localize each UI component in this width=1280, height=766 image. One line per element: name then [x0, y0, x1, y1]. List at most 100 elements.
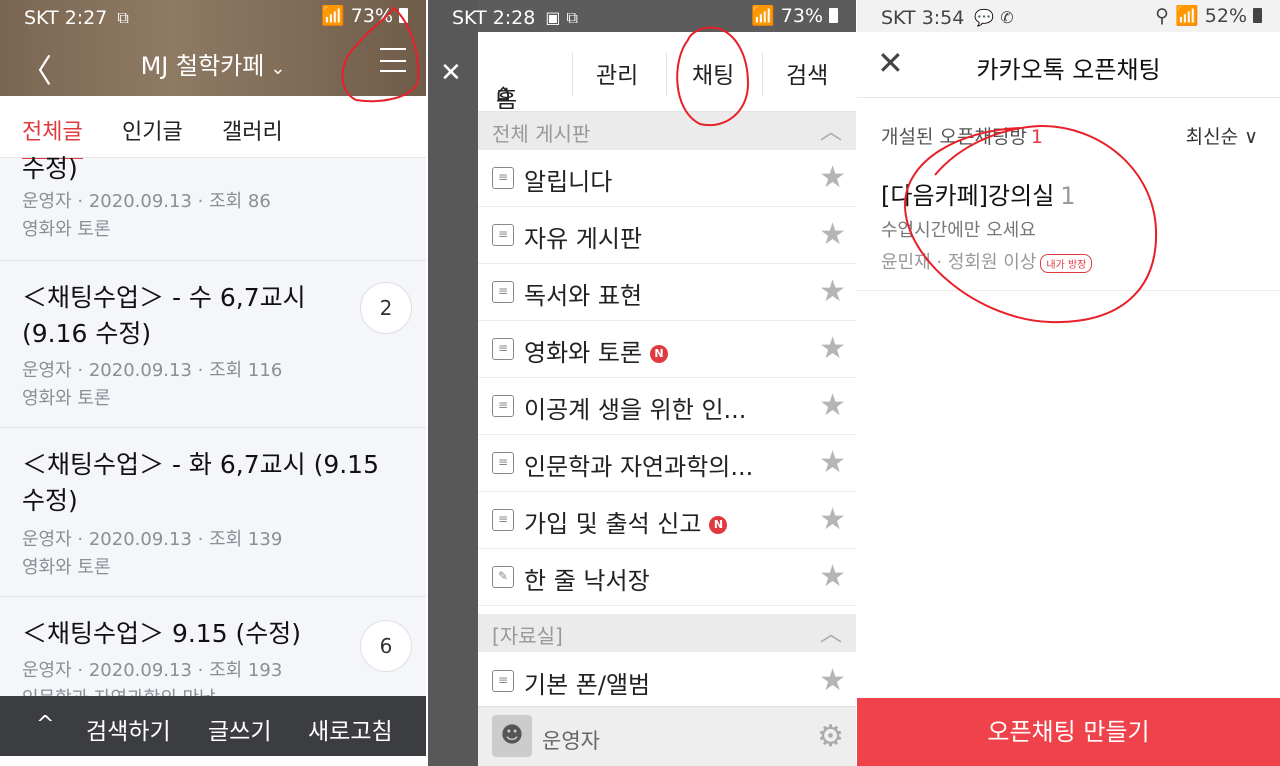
close-icon[interactable]: ✕: [440, 58, 462, 88]
open-chat-screen: SKT 3:54 💬 ✆ ⚲ 📶 52% ✕ 카카오톡 오픈채팅 개설된 오픈채…: [857, 0, 1280, 766]
image-icon: ▣: [545, 8, 561, 27]
document-icon: ≡: [492, 509, 514, 531]
comment-count: 6: [360, 620, 412, 672]
status-bar: SKT 2:27 ⧉ 📶 73%: [0, 0, 426, 32]
nav-search[interactable]: 검색: [786, 56, 828, 90]
status-bar: SKT 3:54 💬 ✆ ⚲ 📶 52%: [857, 0, 1280, 32]
dimmed-background: [428, 0, 478, 766]
status-right: 📶 73%: [321, 4, 408, 27]
nav-chat[interactable]: 채팅: [692, 56, 734, 90]
battery-icon: [399, 8, 408, 23]
post-title: ＜채팅수업＞ 9.15 (수정): [22, 619, 302, 648]
board-item[interactable]: ≡ 자유 게시판 ★: [478, 207, 856, 264]
post-item[interactable]: ＜채팅수업＞ - 수 6,7교시 (9.16 수정) 운영자 · 2020.09…: [0, 262, 426, 428]
chevron-circle-icon[interactable]: ⌄: [270, 58, 285, 79]
battery-percent: 73%: [350, 4, 393, 27]
scroll-top-icon[interactable]: ^: [36, 712, 54, 737]
cafe-board-screen: SKT 2:27 ⧉ 📶 73% 〈 MJ 철학카페 ⌄ 전체글 인기글 갤러리 …: [0, 0, 426, 766]
board-item[interactable]: ≡ 독서와 표현 ★: [478, 264, 856, 321]
hamburger-menu-icon[interactable]: [380, 48, 406, 72]
board-item[interactable]: ≡ 가입 및 출석 신고 N ★: [478, 492, 856, 549]
star-icon[interactable]: ★: [819, 388, 846, 423]
cafe-drawer-screen: SKT 2:28 ▣ ⧉ 📶 73% ✕ ⌂ 홈 관리 채팅 검색 전체 게시판 ︿…: [428, 0, 856, 766]
post-title: 수정): [22, 154, 78, 183]
tab-bar: 전체글 인기글 갤러리: [0, 96, 426, 161]
section-all-boards[interactable]: 전체 게시판 ︿: [478, 112, 856, 150]
write-button[interactable]: 글쓰기: [208, 712, 271, 746]
section-archive[interactable]: [자료실] ︿: [478, 614, 856, 652]
star-icon[interactable]: ★: [819, 160, 846, 195]
document-icon: ≡: [492, 670, 514, 692]
board-item[interactable]: ≡ 영화와 토론 N ★: [478, 321, 856, 378]
member-count: 1: [1060, 182, 1076, 210]
post-board: 영화와 토론: [22, 557, 111, 578]
board-item[interactable]: ≡ 기본 폰/앨범 ★: [478, 653, 856, 710]
talk-icon: 💬: [974, 8, 995, 27]
post-board: 영화와 토론: [22, 219, 111, 240]
header: ✕ 카카오톡 오픈채팅: [857, 32, 1280, 98]
document-icon: ≡: [492, 395, 514, 417]
page-title: 카카오톡 오픈채팅: [976, 56, 1161, 84]
drawer-nav: ⌂ 홈 관리 채팅 검색: [478, 32, 856, 113]
create-open-chat-button[interactable]: 오픈채팅 만들기: [857, 698, 1280, 766]
navigation-drawer: ⌂ 홈 관리 채팅 검색 전체 게시판 ︿ ≡ 알립니다 ★ ≡ 자유 게시판 ★ ≡ 독서와…: [478, 32, 856, 766]
star-icon[interactable]: ★: [819, 217, 846, 252]
star-icon[interactable]: ★: [819, 663, 846, 698]
room-count: 1: [1030, 126, 1043, 148]
room-description: 수업시간에만 오세요: [881, 220, 1036, 241]
room-meta: 윤민재 · 정회원 이상 내가 방장: [881, 248, 1093, 274]
refresh-button[interactable]: 새로고침: [308, 712, 393, 746]
search-button[interactable]: 검색하기: [86, 712, 171, 746]
star-icon[interactable]: ★: [819, 274, 846, 309]
tab-popular-posts[interactable]: 인기글: [122, 114, 183, 146]
document-icon: ≡: [492, 281, 514, 303]
signal-icon: 📶: [751, 5, 775, 27]
comment-count: 2: [360, 282, 412, 334]
document-icon: ≡: [492, 338, 514, 360]
owner-badge: 내가 방장: [1040, 253, 1093, 273]
bottom-toolbar: ^ 검색하기 글쓰기 새로고침: [0, 696, 426, 756]
star-icon[interactable]: ★: [819, 331, 846, 366]
screenshot-icon: ⧉: [566, 7, 578, 27]
nav-manage[interactable]: 관리: [596, 56, 638, 90]
page-title: MJ 철학카페 ⌄: [140, 52, 286, 80]
tab-gallery[interactable]: 갤러리: [222, 114, 283, 146]
post-item[interactable]: ＜채팅수업＞ - 화 6,7교시 (9.15 수정) 운영자 · 2020.09…: [0, 429, 426, 597]
avatar[interactable]: ☻: [492, 715, 532, 757]
board-item[interactable]: ≡ 이공계 생을 위한 인... ★: [478, 378, 856, 435]
status-right: 📶 73%: [751, 4, 838, 27]
user-name[interactable]: 운영자: [542, 725, 600, 755]
battery-percent: 73%: [780, 4, 823, 27]
board-item[interactable]: ✎ 한 줄 낙서장 ★: [478, 549, 856, 606]
divider: [857, 290, 1280, 291]
chevron-up-icon: ︿: [819, 120, 842, 145]
phone-icon: ✆: [1000, 8, 1014, 27]
board-item[interactable]: ≡ 알립니다 ★: [478, 150, 856, 207]
new-badge: N: [650, 345, 669, 363]
battery-icon: [1253, 8, 1262, 23]
gear-icon[interactable]: ⚙: [817, 719, 844, 754]
post-item[interactable]: 수정) 운영자 · 2020.09.13 · 조회 86 영화와 토론: [0, 154, 426, 261]
drawer-footer: ☻ 운영자 ⚙: [478, 706, 856, 766]
document-icon: ≡: [492, 452, 514, 474]
room-name: [다음카페]강의실 1: [881, 182, 1076, 210]
tab-all-posts[interactable]: 전체글: [22, 114, 83, 161]
signal-icon: 📶: [1175, 5, 1199, 27]
document-icon: ≡: [492, 224, 514, 246]
post-title: ＜채팅수업＞ - 수 6,7교시 (9.16 수정): [22, 283, 306, 348]
star-icon[interactable]: ★: [819, 445, 846, 480]
room-count-label: 개설된 오픈채팅방 1: [881, 126, 1043, 148]
post-meta: 운영자 · 2020.09.13 · 조회 86: [22, 191, 271, 212]
location-icon: ⚲: [1155, 4, 1170, 27]
bottom-spacer: [0, 756, 426, 766]
post-item[interactable]: ＜채팅수업＞ 9.15 (수정) 운영자 · 2020.09.13 · 조회 1…: [0, 598, 426, 709]
battery-icon: [829, 8, 838, 23]
post-meta: 운영자 · 2020.09.13 · 조회 116: [22, 360, 283, 381]
chevron-up-icon: ︿: [819, 622, 842, 647]
board-item[interactable]: ≡ 인문학과 자연과학의... ★: [478, 435, 856, 492]
sort-dropdown[interactable]: 최신순 ∨: [1186, 122, 1258, 149]
battery-percent: 52%: [1204, 4, 1247, 27]
star-icon[interactable]: ★: [819, 559, 846, 594]
screenshot-icon: ⧉: [117, 7, 129, 27]
star-icon[interactable]: ★: [819, 502, 846, 537]
